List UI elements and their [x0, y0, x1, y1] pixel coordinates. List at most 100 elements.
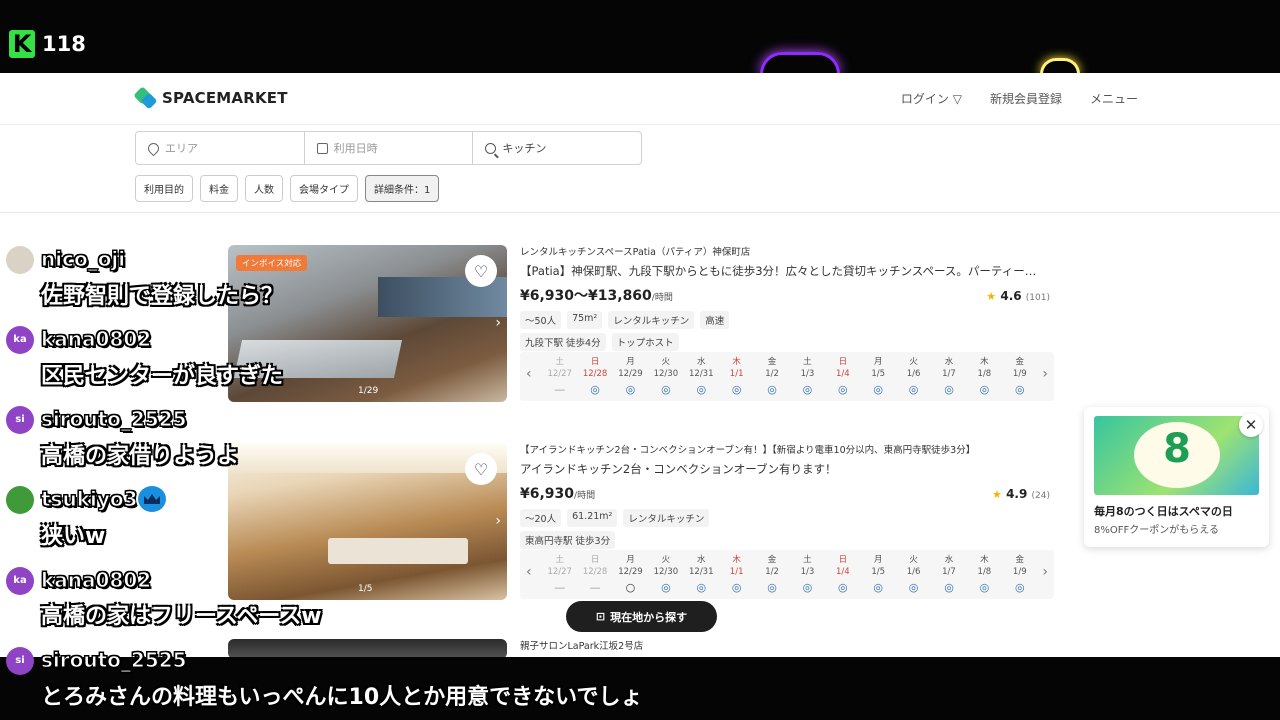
chevron-right-icon[interactable]: › [495, 315, 501, 331]
login-link[interactable]: ログイン ▽ [901, 90, 962, 107]
listing-card[interactable]: ♡ › 1/5 【アイランドキッチン2台・コンベクションオーブン有！】【新宿より… [228, 443, 1058, 603]
day-of-week: 金 [1015, 357, 1025, 367]
keyword-field[interactable]: キッチン [473, 132, 641, 164]
close-icon[interactable]: ✕ [1239, 413, 1263, 437]
listing-title[interactable]: レンタルキッチンスペースPatia（パティア）神保町店 [520, 244, 1054, 258]
calendar-day[interactable]: 日 1/4 ◎ [825, 553, 860, 595]
calendar-day[interactable]: 水 1/7 ◎ [931, 553, 966, 595]
calendar-day[interactable]: 火 1/6 ◎ [896, 355, 931, 397]
availability-status-icon: ◎ [696, 581, 707, 594]
calendar-day[interactable]: 水 12/31 ◎ [684, 553, 719, 595]
listing-card[interactable]: 親子サロンLaPark江坂2号店 [228, 639, 1058, 657]
day-date: 1/9 [1012, 567, 1027, 577]
promo-number: 8 [1163, 426, 1191, 472]
signup-link[interactable]: 新規会員登録 [990, 90, 1062, 107]
day-of-week: 火 [909, 555, 918, 565]
chevron-left-icon[interactable]: ‹ [526, 564, 532, 580]
calendar-day[interactable]: 水 12/31 ◎ [684, 355, 719, 397]
pin-icon [145, 140, 162, 156]
chat-message: 狭いw [41, 524, 106, 549]
day-of-week: 日 [838, 555, 848, 565]
calendar-day[interactable]: 木 1/1 ◎ [719, 553, 754, 595]
search-nearby-button[interactable]: ⊡ 現在地から探す [566, 601, 717, 632]
availability-calendar: ‹ 土 12/27 — 日 12/28 — 月 12/29 ○ 火 12/30 ◎ 水 12/31 ◎ 木 1/… [520, 550, 1054, 599]
calendar-day[interactable]: 土 12/27 — [542, 553, 577, 595]
chat-message: 佐野智則で登録したら？ [41, 284, 284, 309]
calendar-day[interactable]: 月 12/29 ◎ [613, 355, 648, 397]
day-date: 12/27 [547, 567, 572, 577]
day-of-week: 火 [909, 357, 918, 367]
stream-top-bar: K 118 [0, 0, 1280, 74]
calendar-day[interactable]: 月 12/29 ○ [613, 553, 648, 595]
availability-status-icon: ◎ [944, 383, 954, 396]
chevron-right-icon[interactable]: › [495, 513, 501, 529]
photo-counter: 1/29 [358, 386, 379, 396]
day-date: 1/6 [906, 567, 921, 577]
brand-mark-icon [136, 87, 156, 109]
menu-link[interactable]: メニュー [1090, 90, 1138, 107]
calendar-day[interactable]: 月 1/5 ◎ [861, 553, 896, 595]
listing-title[interactable]: 【アイランドキッチン2台・コンベクションオーブン有！】【新宿より電車10分以内、… [520, 442, 1054, 456]
calendar-day[interactable]: 土 1/3 ◎ [790, 553, 825, 595]
heart-icon[interactable]: ♡ [465, 255, 497, 287]
search-nearby-label: 現在地から探す [610, 610, 688, 624]
calendar-day[interactable]: 金 1/9 ◎ [1002, 553, 1037, 595]
divider [0, 212, 1280, 213]
chevron-left-icon[interactable]: ‹ [526, 366, 532, 382]
calendar-day[interactable]: 土 1/3 ◎ [790, 355, 825, 397]
calendar-day[interactable]: 金 1/2 ◎ [754, 355, 789, 397]
tag-category: レンタルキッチン [608, 311, 695, 329]
day-date: 12/28 [582, 369, 608, 379]
promo-title: 毎月8のつく日はスペマの日 [1094, 505, 1233, 518]
filter-price[interactable]: 料金 [200, 175, 238, 202]
promo-card[interactable]: 8 ✕ 毎月8のつく日はスペマの日 8%OFFクーポンがもらえる [1084, 407, 1269, 547]
availability-status-icon: ◎ [979, 383, 990, 396]
filter-purpose[interactable]: 利用目的 [135, 175, 193, 202]
area-field[interactable]: エリア [136, 132, 305, 164]
listing-card[interactable]: インボイス対応 ♡ › 1/29 レンタルキッチンスペースPatia（パティア）… [228, 245, 1058, 405]
calendar-day[interactable]: 木 1/8 ◎ [967, 553, 1002, 595]
calendar-day[interactable]: 金 1/2 ◎ [754, 553, 789, 595]
day-date: 1/4 [835, 567, 850, 577]
heart-icon[interactable]: ♡ [465, 453, 497, 485]
filter-details[interactable]: 詳細条件：1 [365, 175, 440, 202]
calendar-day[interactable]: 日 1/4 ◎ [825, 355, 860, 397]
calendar-day[interactable]: 水 1/7 ◎ [931, 355, 966, 397]
day-of-week: 金 [767, 555, 777, 565]
listing-photo[interactable] [228, 639, 507, 657]
date-field[interactable]: 利用日時 [305, 132, 474, 164]
calendar-day[interactable]: 火 12/30 ◎ [648, 553, 683, 595]
calendar-day[interactable]: 火 1/6 ◎ [896, 553, 931, 595]
chevron-right-icon[interactable]: › [1042, 366, 1048, 382]
day-of-week: 金 [767, 357, 777, 367]
filter-people[interactable]: 人数 [245, 175, 283, 202]
chat-username: sirouto_2525 [41, 648, 188, 673]
listing-info: レンタルキッチンスペースPatia（パティア）神保町店 【Patia】神保町駅、… [520, 245, 1054, 351]
availability-status-icon: — [589, 581, 601, 594]
calendar-day[interactable]: 月 1/5 ◎ [861, 355, 896, 397]
calendar-day[interactable]: 木 1/1 ◎ [719, 355, 754, 397]
avatar: si [6, 647, 34, 675]
day-date: 12/27 [547, 369, 572, 379]
calendar-day[interactable]: 日 12/28 ◎ [577, 355, 612, 397]
listing-photo[interactable]: ♡ › 1/5 [228, 443, 507, 600]
day-of-week: 月 [626, 555, 635, 565]
day-date: 1/4 [835, 369, 850, 379]
calendar-day[interactable]: 木 1/8 ◎ [967, 355, 1002, 397]
brand-logo[interactable]: SPACEMARKET [136, 87, 288, 109]
tag-list-2: 東高円寺駅 徒歩3分 [520, 531, 1054, 549]
listing-title[interactable]: 親子サロンLaPark江坂2号店 [520, 638, 1054, 652]
rating-value: 4.9 [1006, 487, 1028, 501]
search-bar: エリア 利用日時 キッチン [135, 131, 642, 165]
calendar-day[interactable]: 火 12/30 ◎ [648, 355, 683, 397]
filter-venue-type[interactable]: 会場タイプ [290, 175, 358, 202]
calendar-day[interactable]: 土 12/27 — [542, 355, 577, 397]
day-of-week: 火 [661, 555, 671, 565]
star-icon: ★ [992, 488, 1002, 501]
calendar-day[interactable]: 金 1/9 ◎ [1002, 355, 1037, 397]
calendar-day[interactable]: 日 12/28 — [577, 553, 612, 595]
chevron-right-icon[interactable]: › [1042, 564, 1048, 580]
availability-status-icon: ◎ [802, 581, 813, 594]
star-icon: ★ [986, 290, 997, 303]
map-icon: ⊡ [595, 610, 606, 623]
